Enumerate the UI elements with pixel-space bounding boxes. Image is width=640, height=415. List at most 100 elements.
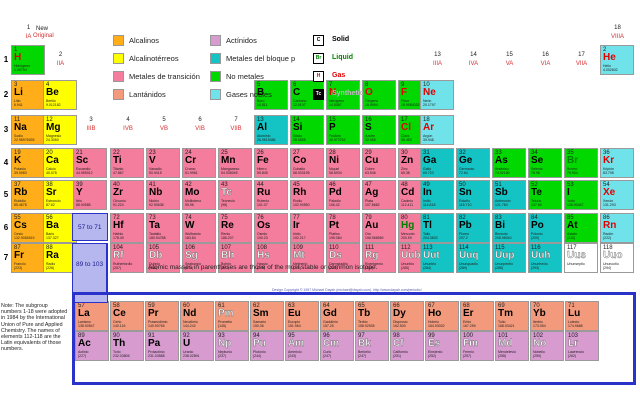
element-p[interactable]: 15 P Fósforo 30.973762 <box>326 115 360 145</box>
element-cu[interactable]: 29 Cu Cobre 63.546 <box>362 148 396 178</box>
element-cr[interactable]: 24 Cr Cromo 51.9961 <box>182 148 216 178</box>
element-sn[interactable]: 50 Sn Estaño 118.710 <box>456 180 490 210</box>
element-te[interactable]: 52 Te Telurio 127.60 <box>528 180 562 210</box>
element-li[interactable]: 3 Li Litio 6.941 <box>11 80 45 110</box>
element-v[interactable]: 23 V Vanadio 50.9415 <box>146 148 180 178</box>
element-xe[interactable]: 54 Xe Xenón 131.293 <box>600 180 634 210</box>
atomic-mass: 65.38 <box>401 171 410 175</box>
element-uuq[interactable]: 114 Uuq Ununquadio (289) <box>456 243 490 273</box>
element-y[interactable]: 39 Y Itrio 88.90585 <box>73 180 107 210</box>
element-rb[interactable]: 37 Rb Rubidio 85.4678 <box>11 180 45 210</box>
element-rn[interactable]: 86 Rn Radón (222) <box>600 213 634 243</box>
element-se[interactable]: 34 Se Selenio 78.96 <box>528 148 562 178</box>
element-br[interactable]: 35 Br Bromo 79.904 <box>564 148 598 178</box>
element-in[interactable]: 49 In Indio 114.818 <box>420 180 454 210</box>
element-tc[interactable]: 43 Tc Tecnecio (98) <box>218 180 252 210</box>
element-na[interactable]: 11 Na Sodio 22.98976928 <box>11 115 45 145</box>
element-kr[interactable]: 36 Kr Kriptón 83.798 <box>600 148 634 178</box>
element-cs[interactable]: 55 Cs Cesio 132.9054519 <box>11 213 45 243</box>
element-symbol: P <box>329 122 336 133</box>
element-ag[interactable]: 47 Ag Plata 107.8682 <box>362 180 396 210</box>
element-ga[interactable]: 31 Ga Galio 69.723 <box>420 148 454 178</box>
element-zr[interactable]: 40 Zr Circonio 91.224 <box>110 180 144 210</box>
element-bi[interactable]: 83 Bi Bismuto 208.98040 <box>492 213 526 243</box>
element-symbol: Y <box>76 187 83 198</box>
element-sb[interactable]: 51 Sb Antimonio 121.760 <box>492 180 526 210</box>
period-label-2: 2 <box>3 90 9 99</box>
element-symbol: Ca <box>46 155 59 166</box>
element-o[interactable]: 8 O Oxígeno 15.9994 <box>362 80 396 110</box>
atomic-mass: 132.9054519 <box>14 236 35 240</box>
element-co[interactable]: 27 Co Cobalto 58.933195 <box>290 148 324 178</box>
element-sc[interactable]: 21 Sc Escandio 44.955912 <box>73 148 107 178</box>
element-uus[interactable]: 117 Uus Ununseptio <box>564 243 598 273</box>
element-symbol: Db <box>149 250 163 261</box>
group-cas-17: VIIA <box>575 61 588 67</box>
element-mn[interactable]: 25 Mn Manganeso 54.938045 <box>218 148 252 178</box>
element-be[interactable]: 4 Be Berilio 9.012182 <box>43 80 77 110</box>
element-uuh[interactable]: 116 Uuh Ununhexio (293) <box>528 243 562 273</box>
element-au[interactable]: 79 Au Oro 196.966569 <box>362 213 396 243</box>
element-hf[interactable]: 72 Hf Hafnio 178.49 <box>110 213 144 243</box>
element-w[interactable]: 74 W Wolframio 183.84 <box>182 213 216 243</box>
lanthanide-range-label: 57 to 71 <box>78 224 102 231</box>
element-mo[interactable]: 42 Mo Molibdeno 95.96 <box>182 180 216 210</box>
element-ni[interactable]: 28 Ni Níquel 58.6934 <box>326 148 360 178</box>
element-at[interactable]: 85 At Astato (210) <box>564 213 598 243</box>
element-k[interactable]: 19 K Potasio 39.0983 <box>11 148 45 178</box>
state-swatch: C <box>313 35 324 46</box>
element-po[interactable]: 84 Po Polonio (209) <box>528 213 562 243</box>
element-al[interactable]: 13 Al Aluminio 26.9815386 <box>254 115 288 145</box>
element-symbol: Hf <box>113 220 124 231</box>
element-pt[interactable]: 78 Pt Platino 195.084 <box>326 213 360 243</box>
element-rh[interactable]: 45 Rh Rodio 102.90550 <box>290 180 324 210</box>
element-symbol: Ga <box>423 155 437 166</box>
atomic-mass: (293) <box>531 266 540 270</box>
element-symbol: Sg <box>185 250 198 261</box>
atomic-mass: 95.96 <box>185 203 194 207</box>
atomic-mass: (284) <box>423 266 432 270</box>
element-fr[interactable]: 87 Fr Francio (223) <box>11 243 45 273</box>
element-symbol: S <box>365 122 372 133</box>
element-symbol: Mg <box>46 122 61 133</box>
element-symbol: Bh <box>221 250 235 261</box>
atomic-mass: 137.327 <box>46 236 59 240</box>
legend-label: Actínidos <box>226 36 257 45</box>
element-uup[interactable]: 115 Uup Ununpentio (288) <box>492 243 526 273</box>
element-fe[interactable]: 26 Fe Hierro 55.845 <box>254 148 288 178</box>
element-sr[interactable]: 38 Sr Estroncio 87.62 <box>43 180 77 210</box>
element-rf[interactable]: 104 Rf Rutherfordio (267) <box>110 243 144 273</box>
period-label-6: 6 <box>3 223 9 232</box>
element-he[interactable]: 2 He Helio 4.002602 <box>600 45 634 75</box>
element-h[interactable]: 1 H Hidrógeno 1.00794 <box>11 45 45 75</box>
element-pb[interactable]: 82 Pb Plomo 207.2 <box>456 213 490 243</box>
group-number-4: 4 <box>126 117 130 123</box>
element-ir[interactable]: 77 Ir Iridio 192.217 <box>290 213 324 243</box>
element-ru[interactable]: 44 Ru Rutenio 101.07 <box>254 180 288 210</box>
element-uuo[interactable]: 118 Uuo Ununoctio (294) <box>600 243 634 273</box>
element-symbol: Uut <box>423 250 440 261</box>
element-pd[interactable]: 46 Pd Paladio 106.42 <box>326 180 360 210</box>
element-ge[interactable]: 32 Ge Germanio 72.64 <box>456 148 490 178</box>
element-ti[interactable]: 22 Ti Titanio 47.867 <box>110 148 144 178</box>
element-ta[interactable]: 73 Ta Tantalio 180.94788 <box>146 213 180 243</box>
element-as[interactable]: 33 As Arsénico 74.92160 <box>492 148 526 178</box>
element-ca[interactable]: 20 Ca Calcio 40.078 <box>43 148 77 178</box>
element-symbol: Zr <box>113 187 123 198</box>
group-cas-5: VB <box>159 126 168 132</box>
element-os[interactable]: 76 Os Osmio 190.23 <box>254 213 288 243</box>
element-ne[interactable]: 10 Ne Neón 20.1797 <box>420 80 454 110</box>
element-tl[interactable]: 81 Tl Talio 204.3833 <box>420 213 454 243</box>
element-i[interactable]: 53 I Yodo 126.90447 <box>564 180 598 210</box>
element-ar[interactable]: 18 Ar Argón 39.948 <box>420 115 454 145</box>
element-re[interactable]: 75 Re Renio 186.207 <box>218 213 252 243</box>
element-nb[interactable]: 41 Nb Niobio 92.90638 <box>146 180 180 210</box>
element-symbol: Fr <box>14 250 24 261</box>
group-number-14: 14 <box>470 52 477 58</box>
element-mg[interactable]: 12 Mg Magnesio 24.3050 <box>43 115 77 145</box>
atomic-mass: 24.3050 <box>46 138 59 142</box>
element-uut[interactable]: 113 Uut Ununtrio (284) <box>420 243 454 273</box>
element-s[interactable]: 16 S Azufre 32.065 <box>362 115 396 145</box>
element-si[interactable]: 14 Si Silicio 28.0855 <box>290 115 324 145</box>
element-symbol: Se <box>531 155 544 166</box>
